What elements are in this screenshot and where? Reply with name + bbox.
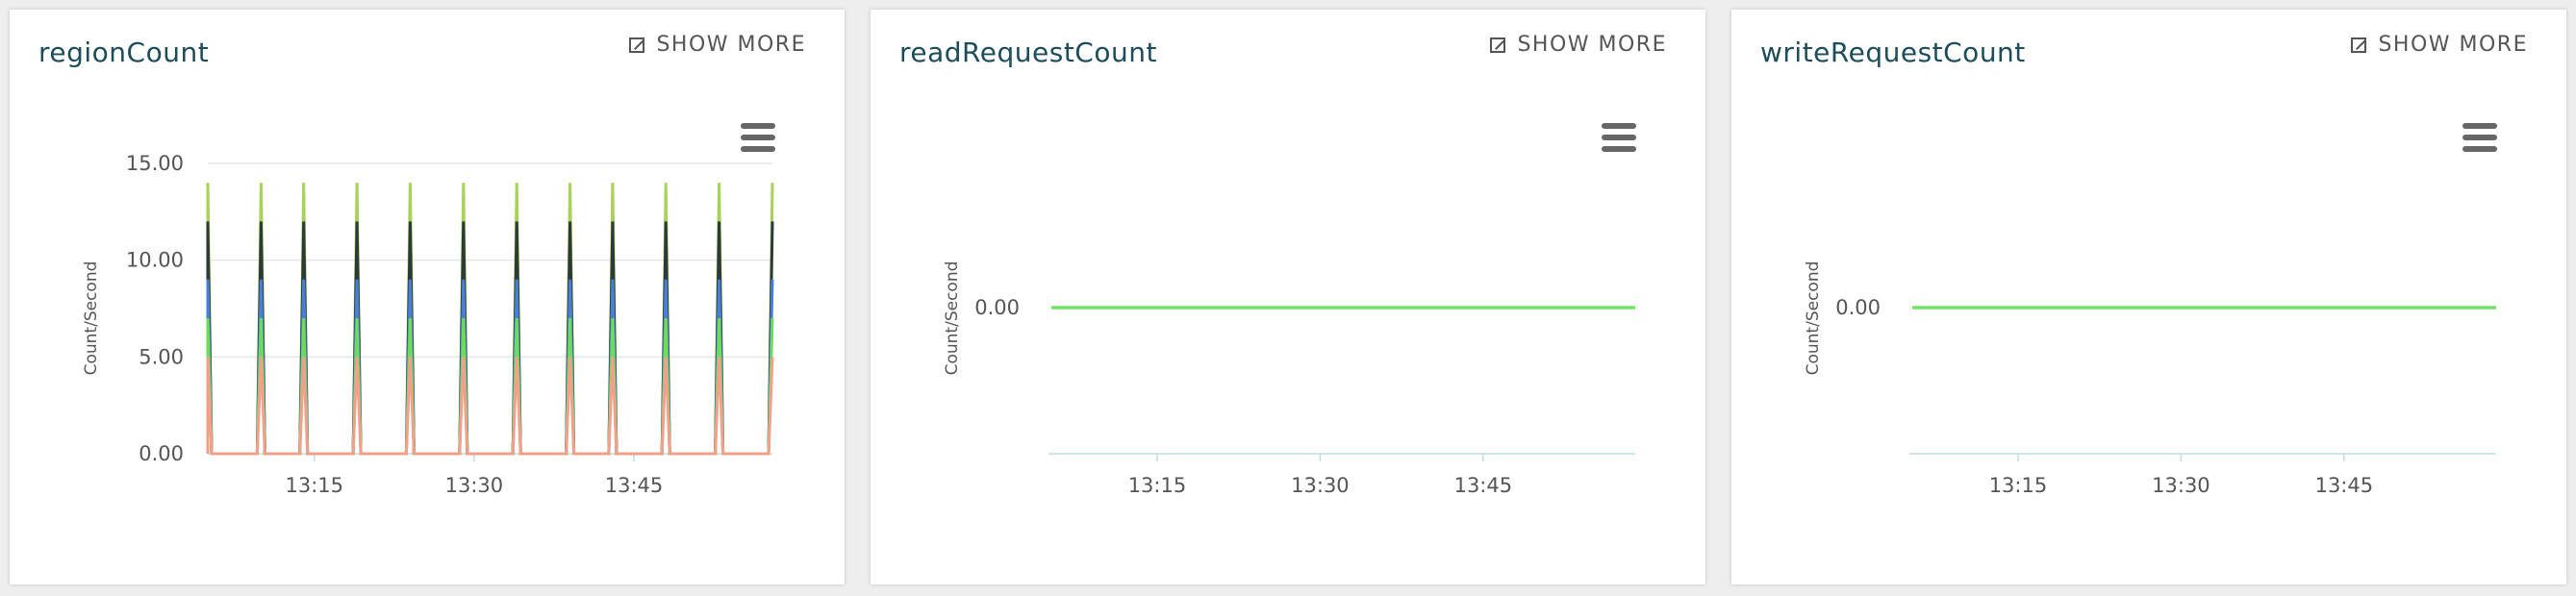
y-tick-label: 5.00: [139, 345, 184, 368]
x-tick-label: 13:30: [445, 474, 504, 497]
x-tick-label: 13:45: [2315, 474, 2374, 497]
read-request-count-chart: Count/Second 0.00 13:15 13:30 13:45: [943, 261, 1635, 497]
x-tick-label: 13:30: [1291, 474, 1350, 497]
y-axis-title: Count/Second: [1804, 261, 1823, 376]
series-line: [206, 318, 774, 456]
series-line: [206, 221, 774, 456]
x-tick-label: 13:30: [2152, 474, 2210, 497]
y-tick-label: 15.00: [126, 152, 184, 175]
write-request-count-chart: Count/Second 0.00 13:15 13:30 13:45: [1804, 261, 2496, 497]
region-count-chart: Count/Second 0.00 5.00 10.00 15.00 13:15 13:30…: [82, 152, 774, 497]
y-tick-label: 0.00: [139, 442, 184, 465]
y-axis-title: Count/Second: [943, 261, 962, 376]
y-tick-label: 0.00: [974, 296, 1020, 319]
x-tick-label: 13:45: [605, 474, 664, 497]
panel-region-count: regionCount SHOW MORE Count/Second 0.00 5.…: [10, 10, 845, 584]
y-tick-label: 0.00: [1835, 296, 1881, 319]
series-line: [206, 279, 774, 456]
x-tick-label: 13:15: [1989, 474, 2048, 497]
y-axis-title: Count/Second: [82, 261, 101, 376]
y-tick-label: 10.00: [126, 249, 184, 272]
panel-read-request-count: readRequestCount SHOW MORE Count/Second 0…: [871, 10, 1705, 584]
series-line: [206, 183, 774, 456]
x-tick-label: 13:15: [1128, 474, 1187, 497]
x-tick-label: 13:15: [285, 474, 343, 497]
x-tick-label: 13:45: [1454, 474, 1513, 497]
series-line: [206, 357, 774, 456]
panel-write-request-count: writeRequestCount SHOW MORE Count/Second…: [1731, 10, 2566, 584]
